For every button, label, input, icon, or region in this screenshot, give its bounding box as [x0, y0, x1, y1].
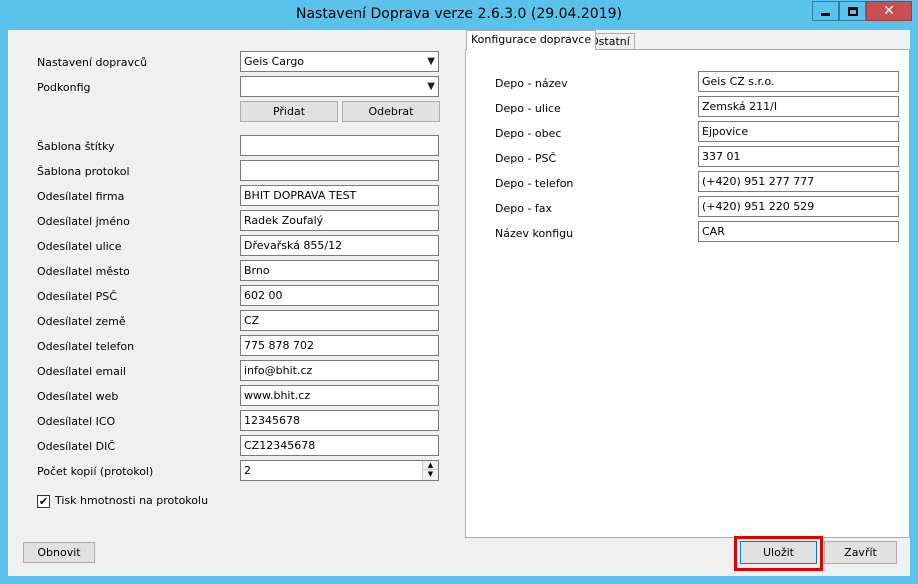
- subconfig-label: Podkonfig: [37, 81, 91, 94]
- field-label: Odesílatel email: [37, 365, 126, 378]
- sender-dic-input[interactable]: CZ12345678: [240, 435, 439, 456]
- title-bar[interactable]: Nastavení Doprava verze 2.6.3.0 (29.04.2…: [0, 0, 918, 30]
- copies-value: 2: [244, 464, 251, 477]
- spin-buttons: ▲ ▼: [422, 461, 438, 480]
- minimize-button[interactable]: [812, 1, 839, 21]
- depot-fax-input[interactable]: (+420) 951 220 529: [698, 196, 899, 217]
- tab-carrier-config[interactable]: Konfigurace dopravce: [466, 30, 597, 50]
- sender-company-input[interactable]: BHIT DOPRAVA TEST: [240, 185, 439, 206]
- field-label: Odesílatel DIČ: [37, 440, 116, 453]
- config-label: Depo - PSČ: [495, 152, 557, 165]
- depot-zip-input[interactable]: 337 01: [698, 146, 899, 167]
- spin-up-icon[interactable]: ▲: [423, 461, 438, 470]
- maximize-icon: [847, 6, 858, 16]
- chevron-down-icon: ▼: [427, 81, 435, 92]
- sender-city-input[interactable]: Brno: [240, 260, 439, 281]
- config-label: Depo - název: [495, 77, 568, 90]
- sender-name-input[interactable]: Radek Zoufalý: [240, 210, 439, 231]
- config-name-input[interactable]: CAR: [698, 221, 899, 242]
- sender-web-input[interactable]: www.bhit.cz: [240, 385, 439, 406]
- field-label: Odesílatel web: [37, 390, 119, 403]
- field-label: Odesílatel PSČ: [37, 290, 117, 303]
- remove-button[interactable]: Odebrat: [342, 101, 440, 122]
- checkmark-icon: ✔: [38, 495, 49, 508]
- minimize-icon: [821, 13, 830, 16]
- field-label: Šablona protokol: [37, 165, 130, 178]
- copies-stepper[interactable]: 2 ▲ ▼: [240, 460, 439, 481]
- close-icon: ✕: [883, 3, 895, 19]
- add-button[interactable]: Přidat: [240, 101, 338, 122]
- sender-country-input[interactable]: CZ: [240, 310, 439, 331]
- field-label: Odesílatel jméno: [37, 215, 130, 228]
- protocol-template-input[interactable]: [240, 160, 439, 181]
- spin-down-icon[interactable]: ▼: [423, 470, 438, 479]
- window-title: Nastavení Doprava verze 2.6.3.0 (29.04.2…: [296, 6, 622, 22]
- config-label: Depo - fax: [495, 202, 553, 215]
- config-label: Depo - telefon: [495, 177, 574, 190]
- sender-phone-input[interactable]: 775 878 702: [240, 335, 439, 356]
- field-label: Odesílatel ulice: [37, 240, 122, 253]
- field-label: Odesílatel město: [37, 265, 130, 278]
- config-label: Název konfigu: [495, 227, 574, 240]
- print-weight-checkbox[interactable]: ✔: [37, 495, 50, 508]
- depot-street-input[interactable]: Zemská 211/I: [698, 96, 899, 117]
- subconfig-select[interactable]: ▼: [240, 76, 439, 97]
- depot-name-input[interactable]: Geis CZ s.r.o.: [698, 71, 899, 92]
- dialog-body: Nastavení dopravců Geis Cargo ▼ Podkonfi…: [8, 30, 910, 576]
- chevron-down-icon: ▼: [427, 56, 435, 67]
- field-label: Odesílatel firma: [37, 190, 125, 203]
- app-window: Nastavení Doprava verze 2.6.3.0 (29.04.2…: [0, 0, 918, 584]
- field-label: Odesílatel země: [37, 315, 126, 328]
- copies-label: Počet kopií (protokol): [37, 465, 154, 478]
- carrier-config-panel: Depo - název Geis CZ s.r.o. Depo - ulice…: [465, 49, 910, 538]
- close-button[interactable]: Zavřít: [824, 541, 897, 564]
- field-label: Odesílatel ICO: [37, 415, 116, 428]
- field-label: Šablona štítky: [37, 140, 115, 153]
- refresh-button[interactable]: Obnovit: [23, 542, 95, 563]
- config-label: Depo - ulice: [495, 102, 561, 115]
- config-label: Depo - obec: [495, 127, 562, 140]
- sender-ico-input[interactable]: 12345678: [240, 410, 439, 431]
- label-template-input[interactable]: [240, 135, 439, 156]
- sender-email-input[interactable]: info@bhit.cz: [240, 360, 439, 381]
- save-highlight-box: [734, 536, 823, 571]
- carrier-settings-label: Nastavení dopravců: [37, 56, 148, 69]
- depot-town-input[interactable]: Ejpovice: [698, 121, 899, 142]
- print-weight-label: Tisk hmotnosti na protokolu: [55, 494, 209, 507]
- close-window-button[interactable]: ✕: [866, 1, 912, 21]
- maximize-button[interactable]: [839, 1, 866, 21]
- sender-zip-input[interactable]: 602 00: [240, 285, 439, 306]
- carrier-select[interactable]: Geis Cargo ▼: [240, 51, 439, 72]
- depot-phone-input[interactable]: (+420) 951 277 777: [698, 171, 899, 192]
- field-label: Odesílatel telefon: [37, 340, 135, 353]
- carrier-select-value: Geis Cargo: [244, 55, 305, 68]
- sender-street-input[interactable]: Dřevařská 855/12: [240, 235, 439, 256]
